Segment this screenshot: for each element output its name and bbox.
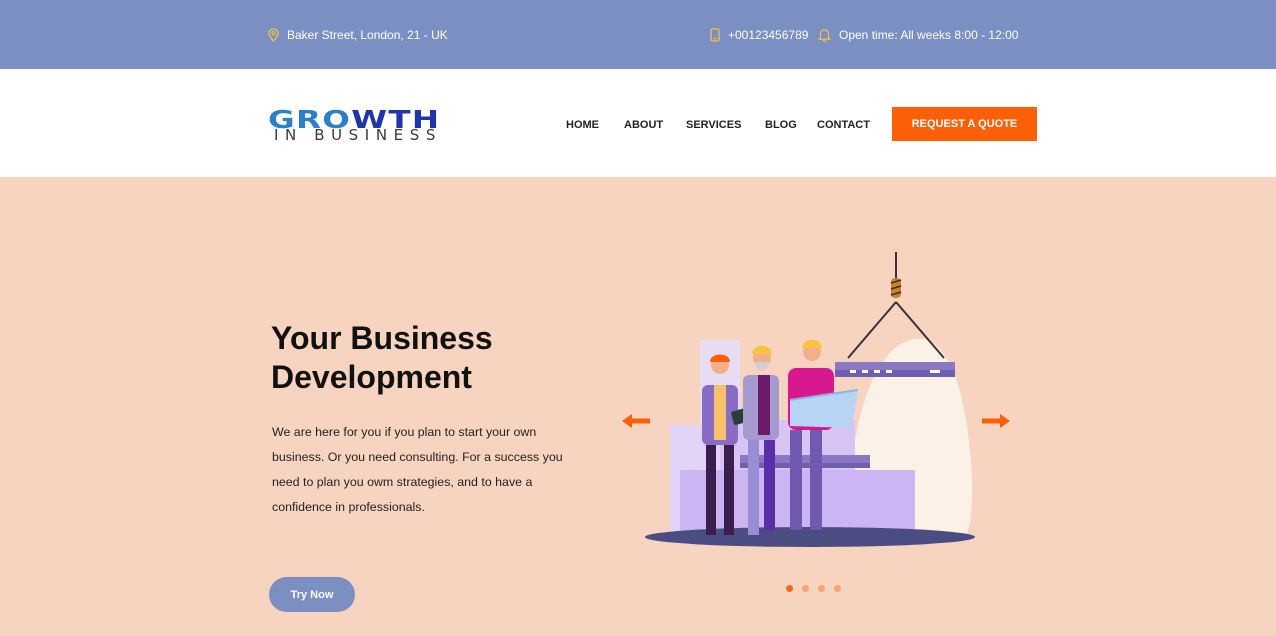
logo[interactable]: GROWTH IN BUSINESS [268,107,488,145]
phone-text[interactable]: +00123456789 [728,28,808,42]
location-pin-icon [268,28,279,42]
nav-home[interactable]: HOME [566,119,599,131]
hero-illustration [640,250,980,555]
navbar: GROWTH IN BUSINESS HOME ABOUT SERVICES B… [0,69,1276,177]
nav-about[interactable]: ABOUT [624,119,663,131]
address-info: Baker Street, London, 21 - UK [268,28,448,42]
nav-contact[interactable]: CONTACT [817,119,870,131]
request-quote-button[interactable]: REQUEST A QUOTE [892,107,1037,141]
bell-icon [818,28,831,42]
logo-line-2: IN BUSINESS [274,126,442,144]
try-now-button[interactable]: Try Now [269,577,355,612]
slider-next-arrow-icon[interactable] [980,412,1012,435]
opening-hours-info: Open time: All weeks 8:00 - 12:00 [818,28,1018,42]
slider-pagination [786,585,841,592]
nav-services[interactable]: SERVICES [686,119,741,131]
hero-description: We are here for you if you plan to start… [272,425,563,514]
slider-dot-4[interactable] [834,585,841,592]
hero-title: Your Business Development [271,320,493,395]
top-bar: Baker Street, London, 21 - UK +001234567… [0,0,1276,69]
phone-icon [710,28,720,42]
slider-dot-2[interactable] [802,585,809,592]
phone-info[interactable]: +00123456789 [710,28,808,42]
nav-blog[interactable]: BLOG [765,119,797,131]
slider-dot-1[interactable] [786,585,793,592]
hours-text: Open time: All weeks 8:00 - 12:00 [839,28,1019,42]
address-text: Baker Street, London, 21 - UK [287,28,448,42]
slider-dot-3[interactable] [818,585,825,592]
